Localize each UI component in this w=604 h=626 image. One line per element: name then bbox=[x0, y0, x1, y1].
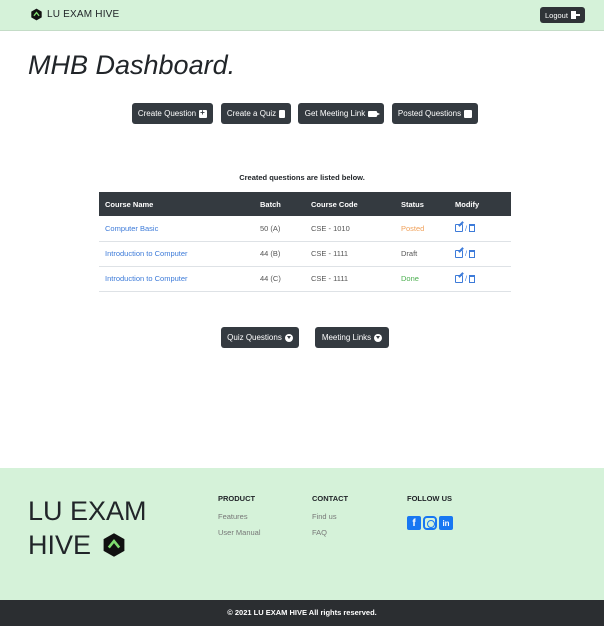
contact-heading: CONTACT bbox=[312, 494, 349, 503]
brand-name: LU EXAM HIVE bbox=[47, 9, 120, 20]
course-code-cell: CSE - 1010 bbox=[305, 216, 395, 242]
col-course-name: Course Name bbox=[99, 192, 254, 216]
table-header-row: Course Name Batch Course Code Status Mod… bbox=[99, 192, 511, 216]
social-links: f in bbox=[407, 516, 453, 530]
copyright-text: © 2021 LU EXAM HIVE All rights reserved. bbox=[227, 608, 377, 617]
table-caption: Created questions are listed below. bbox=[239, 173, 365, 182]
product-heading: PRODUCT bbox=[218, 494, 256, 503]
edit-icon[interactable] bbox=[455, 249, 463, 258]
course-name-link[interactable]: Introduction to Computer bbox=[99, 241, 254, 267]
linkedin-icon[interactable]: in bbox=[439, 516, 453, 530]
footer-brand-line2: HIVE bbox=[28, 530, 92, 560]
newspaper-icon bbox=[464, 109, 473, 118]
logout-icon bbox=[570, 11, 580, 19]
quiz-questions-button[interactable]: Quiz Questions bbox=[221, 327, 299, 348]
get-meeting-link-button[interactable]: Get Meeting Link bbox=[298, 103, 384, 124]
table-row: Introduction to Computer 44 (B) CSE - 11… bbox=[99, 241, 511, 267]
quiz-questions-label: Quiz Questions bbox=[227, 333, 282, 342]
document-icon bbox=[279, 109, 286, 118]
brand-link[interactable]: LU EXAM HIVE bbox=[30, 8, 119, 21]
course-name-link[interactable]: Introduction to Computer bbox=[99, 266, 254, 292]
modify-cell: / bbox=[449, 266, 511, 292]
facebook-icon[interactable]: f bbox=[407, 516, 421, 530]
get-meeting-link-label: Get Meeting Link bbox=[304, 109, 366, 118]
edit-icon[interactable] bbox=[455, 274, 463, 283]
batch-cell: 44 (B) bbox=[254, 241, 305, 267]
copyright-bar: © 2021 LU EXAM HIVE All rights reserved. bbox=[0, 600, 604, 626]
course-code-cell: CSE - 1111 bbox=[305, 266, 395, 292]
col-batch: Batch bbox=[254, 192, 305, 216]
modify-separator: / bbox=[465, 274, 468, 283]
posted-questions-button[interactable]: Posted Questions bbox=[392, 103, 478, 124]
chevron-down-circle-icon bbox=[374, 333, 383, 342]
hive-logo-icon bbox=[31, 8, 42, 21]
footer: LU EXAM HIVE PRODUCT Features User Manua… bbox=[0, 468, 604, 600]
create-quiz-label: Create a Quiz bbox=[226, 109, 277, 118]
trash-icon[interactable] bbox=[469, 249, 476, 258]
course-code-cell: CSE - 1111 bbox=[305, 241, 395, 267]
status-badge: Posted bbox=[395, 216, 449, 242]
video-camera-icon bbox=[368, 110, 381, 117]
posted-questions-label: Posted Questions bbox=[397, 109, 462, 118]
top-navbar: LU EXAM HIVE Logout bbox=[0, 0, 604, 31]
create-question-label: Create Question bbox=[137, 109, 197, 118]
follow-heading: FOLLOW US bbox=[407, 494, 452, 503]
col-course-code: Course Code bbox=[305, 192, 395, 216]
meeting-links-button[interactable]: Meeting Links bbox=[315, 327, 389, 348]
hive-logo-icon bbox=[103, 533, 125, 557]
chevron-down-circle-icon bbox=[284, 333, 293, 342]
user-manual-link[interactable]: User Manual bbox=[218, 528, 261, 537]
create-quiz-button[interactable]: Create a Quiz bbox=[221, 103, 291, 124]
footer-brand: LU EXAM HIVE bbox=[28, 494, 147, 562]
batch-cell: 50 (A) bbox=[254, 216, 305, 242]
trash-icon[interactable] bbox=[469, 224, 476, 233]
modify-separator: / bbox=[465, 223, 468, 233]
col-status: Status bbox=[395, 192, 449, 216]
meeting-links-label: Meeting Links bbox=[321, 333, 372, 342]
instagram-icon[interactable] bbox=[423, 516, 437, 530]
find-us-link[interactable]: Find us bbox=[312, 512, 337, 521]
create-question-button[interactable]: Create Question bbox=[132, 103, 213, 124]
status-badge: Done bbox=[395, 266, 449, 292]
page-title: MHB Dashboard. bbox=[28, 50, 236, 80]
table-row: Introduction to Computer 44 (C) CSE - 11… bbox=[99, 266, 511, 292]
modify-separator: / bbox=[465, 249, 468, 258]
plus-square-icon bbox=[199, 108, 208, 118]
logout-label: Logout bbox=[545, 10, 568, 20]
questions-table: Course Name Batch Course Code Status Mod… bbox=[99, 192, 511, 292]
table-row: Computer Basic 50 (A) CSE - 1010 Posted … bbox=[99, 216, 511, 242]
footer-brand-line1: LU EXAM bbox=[28, 496, 147, 526]
logout-button[interactable]: Logout bbox=[540, 7, 585, 23]
modify-cell: / bbox=[449, 216, 511, 242]
features-link[interactable]: Features bbox=[218, 512, 248, 521]
trash-icon[interactable] bbox=[469, 274, 476, 283]
faq-link[interactable]: FAQ bbox=[312, 528, 327, 537]
col-modify: Modify bbox=[449, 192, 511, 216]
edit-icon[interactable] bbox=[455, 224, 463, 233]
course-name-link[interactable]: Computer Basic bbox=[99, 216, 254, 242]
status-badge: Draft bbox=[395, 241, 449, 267]
modify-cell: / bbox=[449, 241, 511, 267]
batch-cell: 44 (C) bbox=[254, 266, 305, 292]
